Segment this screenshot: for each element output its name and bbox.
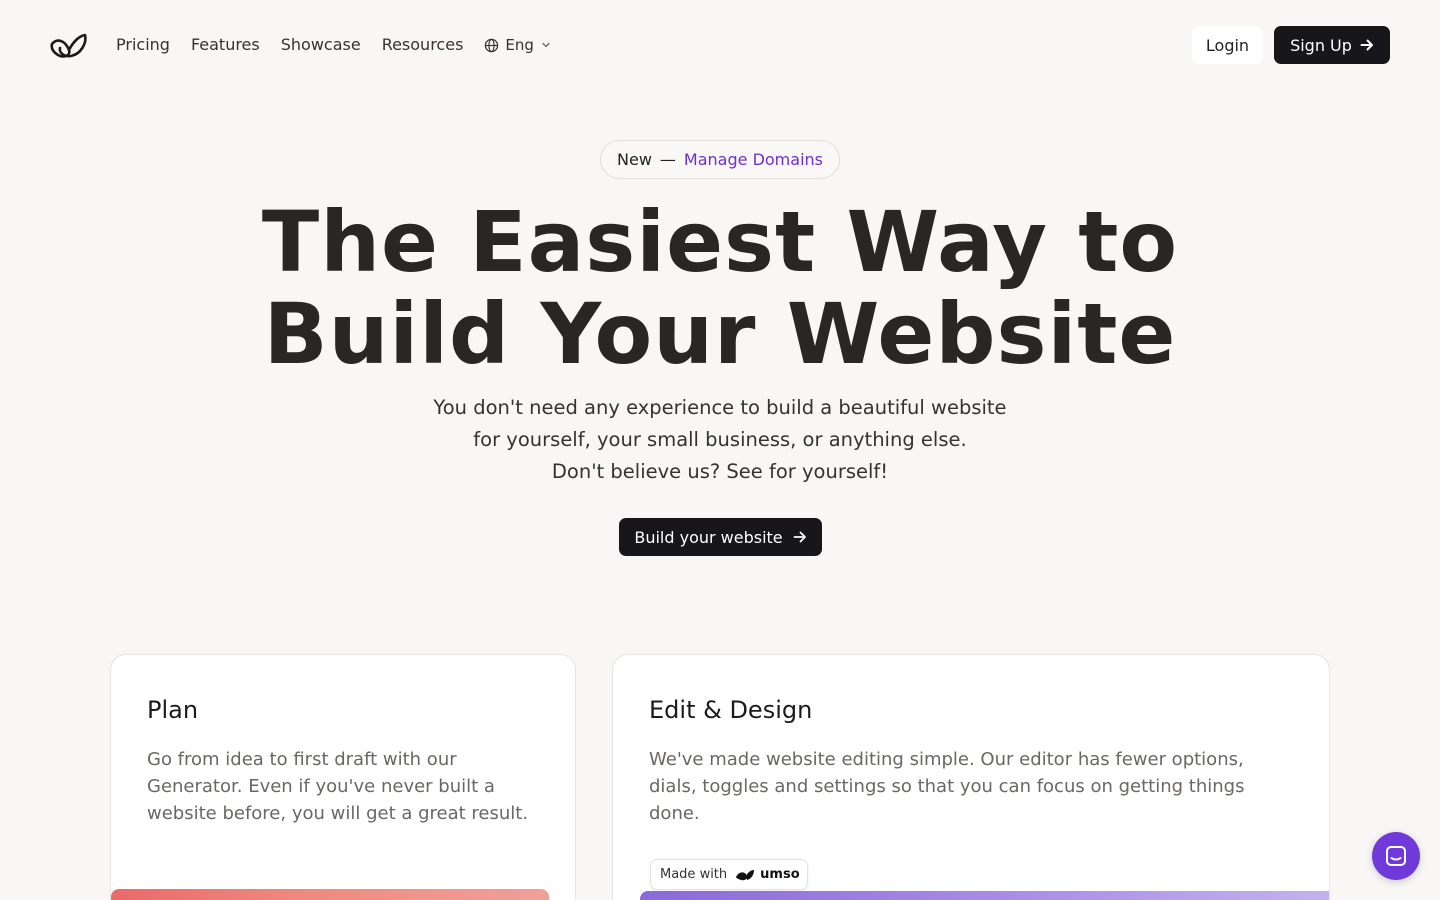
plan-card: Plan Go from idea to first draft with ou… bbox=[110, 654, 576, 900]
badge-new-label: New bbox=[617, 150, 652, 169]
arrow-right-icon bbox=[1360, 39, 1373, 51]
chat-icon bbox=[1386, 846, 1406, 866]
announcement-badge[interactable]: New — Manage Domains bbox=[600, 140, 840, 179]
nav-links: Pricing Features Showcase Resources Eng bbox=[116, 35, 551, 55]
umso-mark-icon bbox=[736, 869, 755, 880]
language-label: Eng bbox=[505, 36, 534, 54]
login-label: Login bbox=[1205, 35, 1250, 55]
hero-subtitle-line-1: You don't need any experience to build a… bbox=[433, 396, 1007, 419]
arrow-right-icon bbox=[793, 531, 806, 543]
edit-card-body: We've made website editing simple. Our e… bbox=[649, 749, 1245, 824]
login-button[interactable]: Login bbox=[1192, 26, 1263, 64]
manage-domains-link[interactable]: Manage Domains bbox=[684, 150, 823, 169]
umso-logo-icon[interactable] bbox=[49, 30, 89, 60]
nav-link-pricing[interactable]: Pricing bbox=[116, 35, 170, 55]
signup-button[interactable]: Sign Up bbox=[1274, 26, 1390, 64]
edit-card-image bbox=[640, 891, 1329, 900]
nav-link-showcase[interactable]: Showcase bbox=[281, 35, 361, 55]
hero-title: The Easiest Way to Build Your Website bbox=[0, 196, 1440, 380]
plan-card-title: Plan bbox=[147, 696, 199, 724]
hero-subtitle-line-3: Don't believe us? See for yourself! bbox=[551, 460, 889, 483]
chat-launcher-button[interactable] bbox=[1372, 832, 1420, 880]
build-website-label: Build your website bbox=[634, 527, 783, 547]
top-navigation: Pricing Features Showcase Resources Eng … bbox=[0, 0, 1440, 90]
hero-title-line-1: The Easiest Way to bbox=[261, 193, 1179, 291]
hero-subtitle: You don't need any experience to build a… bbox=[0, 392, 1440, 488]
plan-card-image bbox=[111, 889, 549, 900]
umso-wordmark: umso bbox=[760, 867, 800, 882]
signup-label: Sign Up bbox=[1290, 35, 1352, 55]
globe-icon bbox=[485, 38, 499, 52]
language-selector[interactable]: Eng bbox=[484, 35, 551, 55]
nav-link-resources[interactable]: Resources bbox=[382, 35, 464, 55]
badge-dash: — bbox=[659, 150, 676, 169]
build-website-button[interactable]: Build your website bbox=[619, 518, 822, 556]
chevron-down-icon bbox=[542, 42, 550, 48]
made-with-umso-badge[interactable]: Made with umso bbox=[650, 859, 808, 890]
plan-card-body: Go from idea to first draft with our Gen… bbox=[147, 749, 529, 824]
nav-link-features[interactable]: Features bbox=[191, 35, 260, 55]
made-with-label: Made with bbox=[660, 867, 728, 882]
hero-subtitle-line-2: for yourself, your small business, or an… bbox=[473, 428, 967, 451]
hero-title-line-2: Build Your Website bbox=[263, 285, 1177, 383]
edit-card-title: Edit & Design bbox=[649, 696, 813, 724]
